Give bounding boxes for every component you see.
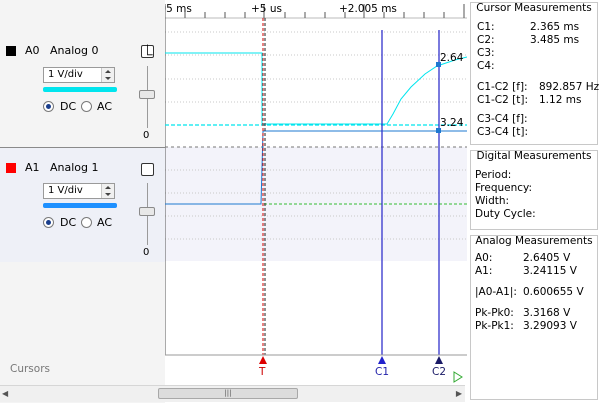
analog-measurements-title: Analog Measurements bbox=[475, 235, 593, 247]
dm-width-label: Width: bbox=[475, 195, 510, 207]
time-label-center: +5 us bbox=[251, 3, 282, 15]
channel-a0-offset-slider[interactable] bbox=[139, 90, 155, 99]
channel-a1-ac-label: AC bbox=[97, 216, 113, 229]
trigger-marker-label: T bbox=[258, 366, 266, 378]
am-pkpk1-value: 3.29093 V bbox=[523, 320, 577, 332]
am-a0-value: 2.6405 V bbox=[523, 252, 571, 264]
cm-c1c2-f-value: 892.857 Hz bbox=[539, 81, 600, 93]
channel-a0-zero-label: 0 bbox=[143, 130, 150, 141]
channel-a0-ac-radio[interactable] bbox=[81, 101, 92, 112]
channel-a0-color-bar bbox=[43, 87, 117, 92]
cm-c1c2-f-label: C1-C2 [f]: bbox=[477, 81, 528, 93]
scroll-right-icon[interactable]: ▶ bbox=[456, 389, 462, 398]
cursor-measurements-title: Cursor Measurements bbox=[476, 2, 592, 14]
dm-duty-cycle-label: Duty Cycle: bbox=[475, 208, 536, 220]
channel-a0-name: Analog 0 bbox=[50, 44, 99, 57]
channel-a1-offset-slider[interactable] bbox=[139, 207, 155, 216]
cm-c2-label: C2: bbox=[477, 34, 495, 46]
channel-a0-scale-value: 1 V/div bbox=[48, 69, 83, 80]
channel-a1-dc-radio[interactable] bbox=[43, 217, 54, 228]
dm-frequency-label: Frequency: bbox=[475, 182, 533, 194]
am-pkpk1-label: Pk-Pk1: bbox=[475, 320, 514, 332]
am-a0-label: A0: bbox=[475, 252, 493, 264]
cm-c1c2-t-value: 1.12 ms bbox=[539, 94, 582, 106]
cm-c1-label: C1: bbox=[477, 21, 495, 33]
channel-a0-id: A0 bbox=[25, 44, 40, 57]
channel-panel: A0 Analog 0 1 V/div DC AC ⎿ 0 ⌄ A1 Analo… bbox=[0, 0, 165, 403]
am-pkpk0-value: 3.3168 V bbox=[523, 307, 571, 319]
analog-measurements-panel: Analog Measurements A0: 2.6405 V A1: 3.2… bbox=[470, 235, 598, 400]
channel-a1-color-bar bbox=[43, 203, 117, 208]
channel-a0-ac-label: AC bbox=[97, 100, 113, 113]
dm-period-label: Period: bbox=[475, 169, 512, 181]
channel-a1-name: Analog 1 bbox=[50, 161, 99, 174]
scale-spinner-icon[interactable] bbox=[101, 68, 114, 82]
scale-spinner-icon[interactable] bbox=[101, 184, 114, 198]
cm-c1-value: 2.365 ms bbox=[530, 21, 580, 33]
channel-a1-dc-label: DC bbox=[60, 216, 77, 229]
time-label-left: -1.995 ms bbox=[165, 3, 192, 15]
time-label-right: +2.005 ms bbox=[339, 3, 397, 15]
cm-c4-label: C4: bbox=[477, 60, 495, 72]
scope-plot[interactable]: -1.995 ms +5 us +2.005 ms 2.64 3.24 T C1… bbox=[165, 0, 467, 403]
channel-a1-ac-radio[interactable] bbox=[81, 217, 92, 228]
digital-measurements-title: Digital Measurements bbox=[476, 150, 592, 162]
am-a1-label: A1: bbox=[475, 265, 493, 277]
cursor-a0-readout: 2.64 bbox=[440, 52, 464, 64]
channel-a1-scale-select[interactable]: 1 V/div bbox=[43, 183, 115, 199]
cm-c2-value: 3.485 ms bbox=[530, 34, 580, 46]
channel-a0-color-swatch[interactable] bbox=[6, 46, 16, 56]
cursor-c1-marker-label: C1 bbox=[375, 366, 389, 378]
am-a1-value: 3.24115 V bbox=[523, 265, 577, 277]
channel-a0-scale-select[interactable]: 1 V/div bbox=[43, 67, 115, 83]
channel-a1-enable-checkbox[interactable] bbox=[141, 163, 154, 176]
scroll-thumb[interactable]: ||| bbox=[158, 388, 298, 399]
cursor-measurements-panel: Cursor Measurements C1: 2.365 ms C2: 3.4… bbox=[470, 2, 600, 145]
am-diff-label: |A0-A1|: bbox=[475, 286, 517, 298]
horizontal-scrollbar[interactable]: ◀ ||| ▶ bbox=[0, 385, 465, 402]
digital-measurements-panel: Digital Measurements Period: Frequency: … bbox=[470, 150, 598, 230]
cursor-a1-readout: 3.24 bbox=[440, 117, 464, 129]
scroll-left-icon[interactable]: ◀ bbox=[2, 389, 8, 398]
am-pkpk0-label: Pk-Pk0: bbox=[475, 307, 514, 319]
cursor-c2-marker-label: C2 bbox=[432, 366, 446, 378]
channel-a1-color-swatch[interactable] bbox=[6, 163, 16, 173]
cm-c1c2-t-label: C1-C2 [t]: bbox=[477, 94, 528, 106]
channel-a0-enable-checkbox[interactable]: ⎿ bbox=[141, 45, 154, 58]
am-diff-value: 0.600655 V bbox=[523, 286, 584, 298]
cm-c3-label: C3: bbox=[477, 47, 495, 59]
channel-a0-dc-radio[interactable] bbox=[43, 101, 54, 112]
channel-a1-id: A1 bbox=[25, 161, 40, 174]
cm-c3c4-t-label: C3-C4 [t]: bbox=[477, 126, 528, 138]
cm-c3c4-f-label: C3-C4 [f]: bbox=[477, 113, 528, 125]
channel-a0-dc-label: DC bbox=[60, 100, 77, 113]
channel-a1-scale-value: 1 V/div bbox=[48, 185, 83, 196]
channel-a1-zero-label: 0 bbox=[143, 247, 150, 258]
cursors-label: Cursors bbox=[10, 363, 50, 375]
